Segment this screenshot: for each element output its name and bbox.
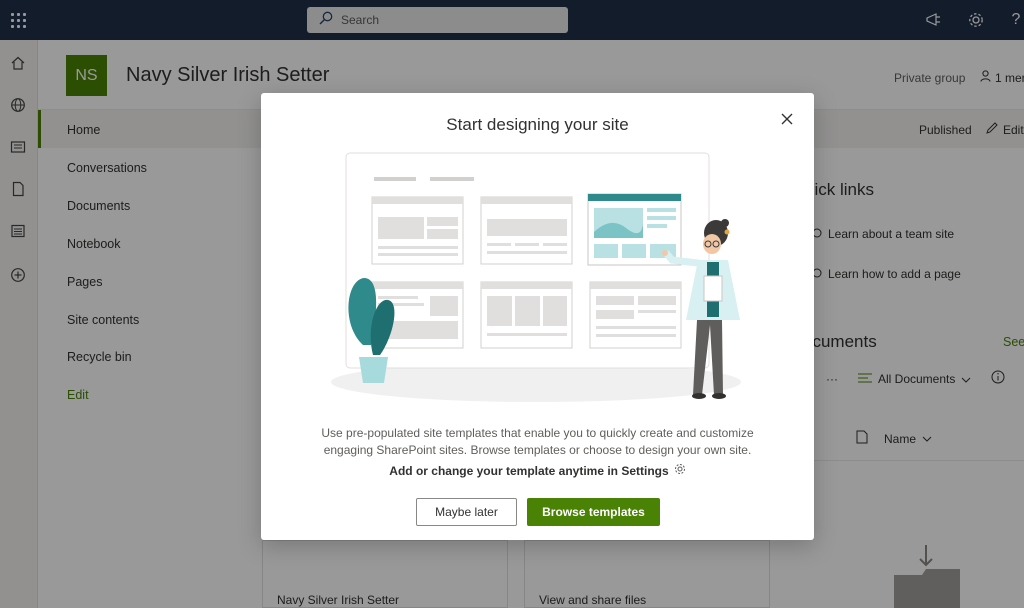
maybe-later-button[interactable]: Maybe later [416,498,517,526]
settings-note: Add or change your template anytime in S… [261,463,814,478]
dialog-title: Start designing your site [446,115,629,134]
settings-note-text: Add or change your template anytime in S… [389,463,669,478]
gear-icon [674,463,686,478]
design-site-dialog: Start designing your site Use pre-popula… [261,93,814,540]
site-templates-illustration [331,152,741,402]
browse-templates-button[interactable]: Browse templates [527,498,660,526]
dialog-description: Use pre-populated site templates that en… [321,426,754,457]
close-icon[interactable] [778,110,796,128]
